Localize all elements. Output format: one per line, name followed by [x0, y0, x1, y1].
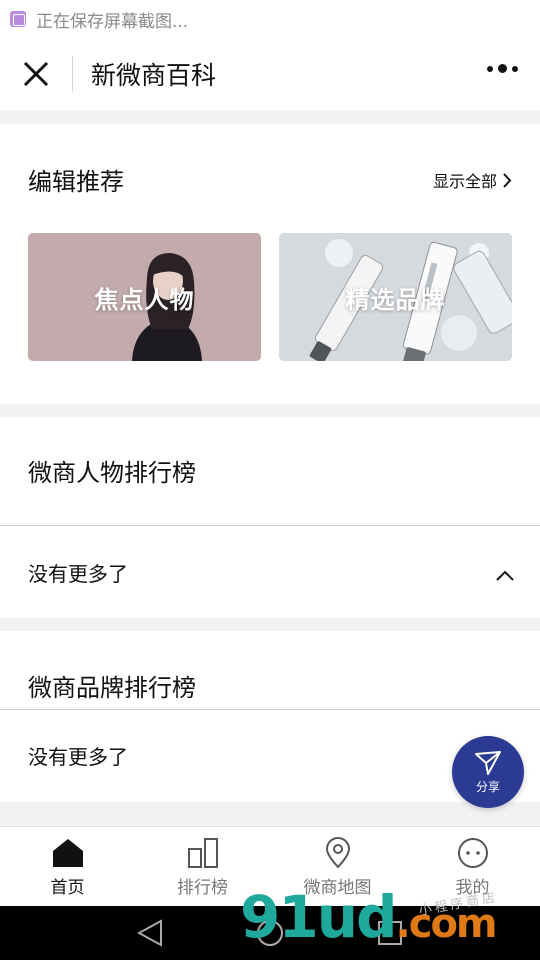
people-ranking-empty-text: 没有更多了	[28, 562, 128, 586]
more-dot-icon	[512, 65, 518, 72]
divider	[0, 525, 540, 526]
editor-picks-section: 编辑推荐 显示全部 焦点人物 精选品牌	[0, 124, 540, 404]
home-icon	[52, 839, 83, 867]
collapse-button[interactable]	[496, 566, 514, 585]
paper-plane-icon	[475, 750, 501, 775]
featured-people-card[interactable]: 焦点人物	[28, 233, 261, 361]
chevron-right-icon	[503, 172, 512, 188]
share-label: 分享	[475, 779, 500, 794]
status-bar: 正在保存屏幕截图...	[0, 0, 540, 38]
people-ranking-title: 微商人物排行榜	[28, 459, 196, 487]
divider	[0, 709, 540, 710]
more-dot-icon	[487, 65, 493, 72]
tab-home[interactable]: 首页	[0, 827, 135, 906]
nav-divider	[72, 56, 73, 92]
brand-ranking-title: 微商品牌排行榜	[28, 674, 196, 702]
tab-home-label: 首页	[50, 878, 85, 898]
show-all-label: 显示全部	[432, 172, 497, 191]
selected-brands-card[interactable]: 精选品牌	[279, 233, 512, 361]
map-pin-icon	[325, 837, 350, 869]
show-all-link[interactable]: 显示全部	[433, 168, 512, 192]
more-button[interactable]	[487, 64, 518, 73]
close-button[interactable]	[0, 38, 72, 110]
people-ranking-section: 微商人物排行榜 没有更多了	[0, 417, 540, 618]
status-text: 正在保存屏幕截图...	[36, 11, 189, 32]
brand-ranking-empty-text: 没有更多了	[28, 745, 128, 769]
share-button[interactable]: 分享	[452, 736, 524, 808]
selected-brands-label: 精选品牌	[345, 285, 446, 314]
back-icon[interactable]	[136, 919, 163, 947]
profile-icon	[457, 838, 488, 868]
ranking-icon	[187, 838, 218, 868]
tab-ranking-label: 排行榜	[177, 878, 228, 898]
editor-picks-title: 编辑推荐	[28, 168, 124, 196]
nav-bar: 新微商百科	[0, 38, 540, 110]
watermark-brand: 91ud	[240, 883, 398, 951]
chevron-up-icon	[496, 570, 514, 581]
page-title: 新微商百科	[91, 61, 217, 90]
featured-people-label: 焦点人物	[94, 285, 195, 314]
screenshot-icon	[10, 11, 26, 27]
close-icon	[23, 61, 49, 87]
more-dot-icon	[498, 64, 507, 73]
